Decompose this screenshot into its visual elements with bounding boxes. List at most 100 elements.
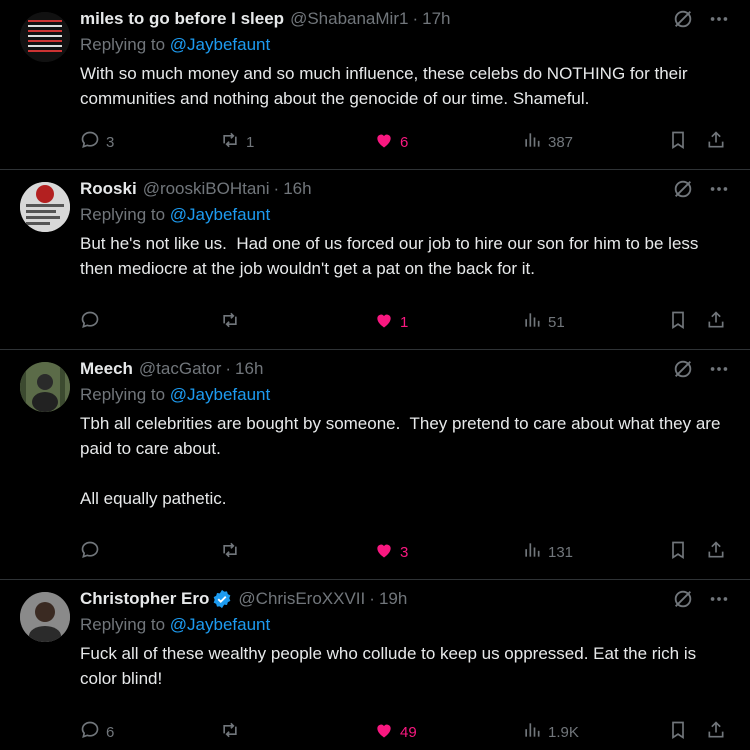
- replying-to-link[interactable]: @Jaybefaunt: [170, 615, 270, 634]
- tweet-time[interactable]: 19h: [379, 588, 407, 610]
- author-name[interactable]: Christopher Ero: [80, 588, 209, 610]
- more-icon[interactable]: [708, 358, 730, 380]
- reply-button[interactable]: [80, 540, 106, 564]
- views-button[interactable]: 51: [522, 310, 565, 334]
- like-button[interactable]: 6: [374, 130, 408, 154]
- like-count: 1: [400, 313, 409, 331]
- replying-to-link[interactable]: @Jaybefaunt: [170, 35, 270, 54]
- share-button[interactable]: [706, 130, 726, 154]
- reply-button[interactable]: 6: [80, 720, 114, 744]
- grok-icon[interactable]: [672, 8, 694, 30]
- tweet-content: Christopher Ero @ChrisEroXXVII · 19h Rep…: [80, 588, 730, 691]
- author-handle[interactable]: @ChrisEroXXVII: [238, 588, 365, 610]
- views-button[interactable]: 131: [522, 540, 573, 564]
- retweet-button[interactable]: 1: [220, 130, 254, 154]
- bookmark-icon: [668, 720, 688, 744]
- like-count: 6: [400, 133, 409, 151]
- bookmark-button[interactable]: [668, 130, 688, 154]
- heart-icon: [374, 720, 394, 744]
- replying-to: Replying to @Jaybefaunt: [80, 204, 730, 226]
- author-name[interactable]: miles to go before I sleep: [80, 8, 284, 30]
- more-icon[interactable]: [708, 588, 730, 610]
- tweet-content: Rooski @rooskiBOHtani · 16h Replying to …: [80, 178, 730, 281]
- tweet[interactable]: Christopher Ero @ChrisEroXXVII · 19h Rep…: [0, 580, 750, 750]
- views-icon: [522, 720, 542, 744]
- reply-icon: [80, 540, 100, 564]
- reply-icon: [80, 720, 100, 744]
- bookmark-icon: [668, 310, 688, 334]
- share-icon: [706, 720, 726, 744]
- tweet-top-icons: [672, 588, 730, 610]
- retweet-button[interactable]: [220, 720, 246, 744]
- reply-icon: [80, 130, 100, 154]
- share-button[interactable]: [706, 310, 726, 334]
- tweet-header: Meech @tacGator · 16h: [80, 358, 730, 380]
- like-button[interactable]: 49: [374, 720, 417, 744]
- author-handle[interactable]: @rooskiBOHtani: [143, 178, 270, 200]
- separator-dot: ·: [412, 9, 419, 28]
- separator-dot: ·: [273, 179, 280, 198]
- share-icon: [706, 130, 726, 154]
- replying-prefix: Replying to: [80, 385, 166, 404]
- more-icon[interactable]: [708, 178, 730, 200]
- replying-to: Replying to @Jaybefaunt: [80, 614, 730, 636]
- author-handle[interactable]: @tacGator: [139, 358, 221, 380]
- avatar[interactable]: [20, 182, 70, 232]
- grok-icon[interactable]: [672, 358, 694, 380]
- retweet-icon: [220, 310, 240, 334]
- replying-to-link[interactable]: @Jaybefaunt: [170, 385, 270, 404]
- grok-icon[interactable]: [672, 178, 694, 200]
- tweet-time[interactable]: 16h: [235, 358, 263, 380]
- replying-to-link[interactable]: @Jaybefaunt: [170, 205, 270, 224]
- tweet-text: Fuck all of these wealthy people who col…: [80, 644, 701, 688]
- reply-button[interactable]: 3: [80, 130, 114, 154]
- tweet-top-icons: [672, 8, 730, 30]
- tweet-header: miles to go before I sleep @ShabanaMir1 …: [80, 8, 730, 30]
- retweet-button[interactable]: [220, 310, 246, 334]
- views-icon: [522, 130, 542, 154]
- avatar[interactable]: [20, 592, 70, 642]
- tweet[interactable]: Meech @tacGator · 16h Replying to @Jaybe…: [0, 350, 750, 580]
- verified-badge-icon: [212, 589, 232, 609]
- grok-icon[interactable]: [672, 588, 694, 610]
- views-button[interactable]: 1.9K: [522, 720, 579, 744]
- bookmark-button[interactable]: [668, 540, 688, 564]
- replying-to: Replying to @Jaybefaunt: [80, 384, 730, 406]
- avatar[interactable]: [20, 362, 70, 412]
- like-button[interactable]: 3: [374, 540, 408, 564]
- tweet-top-icons: [672, 178, 730, 200]
- views-count: 131: [548, 543, 574, 561]
- tweet-text: Tbh all celebrities are bought by someon…: [80, 414, 721, 508]
- views-count: 1.9K: [548, 723, 579, 741]
- author-name[interactable]: Rooski: [80, 178, 137, 200]
- share-button[interactable]: [706, 720, 726, 744]
- like-button[interactable]: 1: [374, 310, 408, 334]
- author-name[interactable]: Meech: [80, 358, 133, 380]
- replying-prefix: Replying to: [80, 205, 166, 224]
- tweet[interactable]: miles to go before I sleep @ShabanaMir1 …: [0, 0, 750, 170]
- avatar[interactable]: [20, 12, 70, 62]
- reply-count: 6: [106, 723, 115, 741]
- retweet-button[interactable]: [220, 540, 246, 564]
- replying-prefix: Replying to: [80, 35, 166, 54]
- tweet-content: miles to go before I sleep @ShabanaMir1 …: [80, 8, 730, 111]
- tweet-time[interactable]: 17h: [422, 8, 450, 30]
- more-icon[interactable]: [708, 8, 730, 30]
- views-button[interactable]: 387: [522, 130, 573, 154]
- share-button[interactable]: [706, 540, 726, 564]
- tweet-text: With so much money and so much influence…: [80, 64, 693, 108]
- author-handle[interactable]: @ShabanaMir1: [290, 8, 408, 30]
- bookmark-icon: [668, 540, 688, 564]
- reply-button[interactable]: [80, 310, 106, 334]
- like-count: 3: [400, 543, 409, 561]
- heart-icon: [374, 310, 394, 334]
- separator-dot: ·: [369, 589, 375, 608]
- bookmark-icon: [668, 130, 688, 154]
- tweet[interactable]: Rooski @rooskiBOHtani · 16h Replying to …: [0, 170, 750, 350]
- tweet-time[interactable]: 16h: [283, 178, 311, 200]
- replying-to: Replying to @Jaybefaunt: [80, 34, 730, 56]
- bookmark-button[interactable]: [668, 310, 688, 334]
- views-icon: [522, 540, 542, 564]
- tweet-actions: 6 49 1.9K: [80, 721, 730, 743]
- bookmark-button[interactable]: [668, 720, 688, 744]
